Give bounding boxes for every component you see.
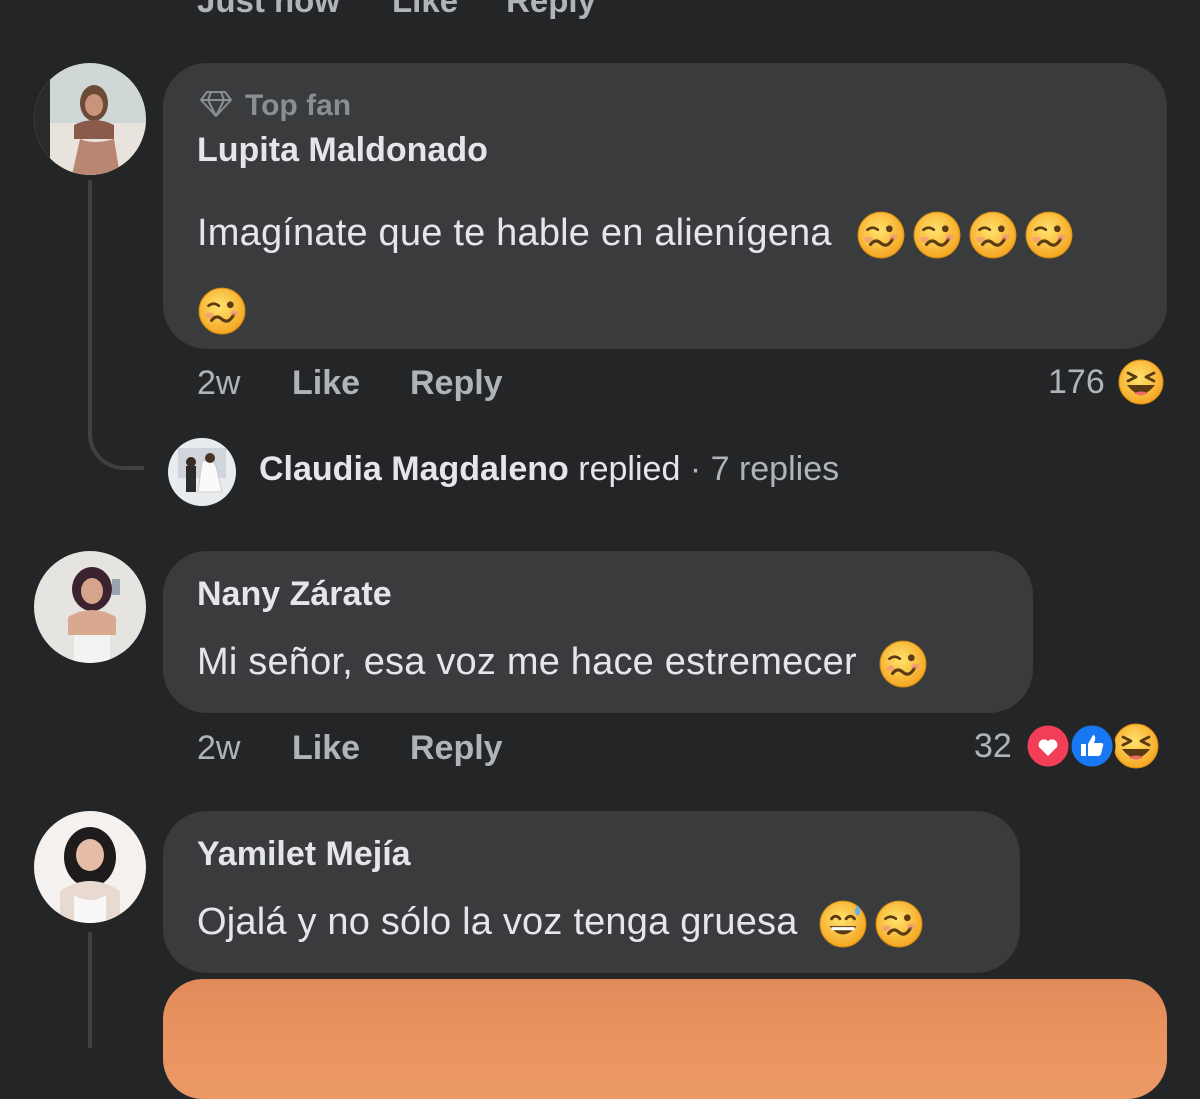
reply-avatar[interactable] xyxy=(168,438,236,506)
like-button[interactable]: Like xyxy=(292,729,360,768)
reaction-count: 32 xyxy=(974,726,1012,765)
comment-time[interactable]: 2w xyxy=(197,729,240,768)
like-button[interactable]: Like xyxy=(392,0,458,20)
reply-button[interactable]: Reply xyxy=(410,364,503,403)
haha-reaction-icon xyxy=(1117,358,1165,406)
grinning-sweat-face-icon xyxy=(818,899,868,949)
reply-summary[interactable]: Claudia Magdaleno replied · 7 replies xyxy=(259,450,839,489)
woozy-face-icon xyxy=(878,639,928,689)
thread-line xyxy=(88,180,92,430)
like-reaction-icon xyxy=(1068,722,1116,770)
thread-line xyxy=(88,932,92,1048)
comment-author[interactable]: Nany Zárate xyxy=(197,575,392,614)
comment-author[interactable]: Lupita Maldonado xyxy=(197,131,488,170)
haha-reaction-icon xyxy=(1112,722,1160,770)
like-button[interactable]: Like xyxy=(292,364,360,403)
woozy-face-icon xyxy=(856,210,906,260)
comment-text-line: Imagínate que te hable en alienígena xyxy=(197,195,1147,347)
avatar[interactable] xyxy=(34,63,146,175)
reply-count: 7 replies xyxy=(710,450,840,488)
woozy-face-icon xyxy=(197,286,247,336)
comment-text: Ojalá y no sólo la voz tenga gruesa xyxy=(197,901,798,944)
top-fan-badge: Top fan xyxy=(199,89,351,123)
love-reaction-icon xyxy=(1024,722,1072,770)
reaction-summary[interactable]: 176 xyxy=(1048,358,1165,406)
comment-time[interactable]: 2w xyxy=(197,364,240,403)
comment-bubble: Yamilet Mejía Ojalá y no sólo la voz ten… xyxy=(163,811,1020,973)
reply-author: Claudia Magdaleno xyxy=(259,450,569,488)
woozy-face-icon xyxy=(874,899,924,949)
comment-text: Mi señor, esa voz me hace estremecer xyxy=(197,641,857,684)
reply-separator: · xyxy=(689,450,702,488)
reply-verb: replied xyxy=(578,450,681,488)
comment-text-line: Mi señor, esa voz me hace estremecer xyxy=(197,639,928,689)
comment-author[interactable]: Yamilet Mejía xyxy=(197,835,411,874)
reply-button[interactable]: Reply xyxy=(506,0,596,20)
comment-bubble: Nany Zárate Mi señor, esa voz me hace es… xyxy=(163,551,1033,713)
avatar[interactable] xyxy=(34,551,146,663)
comment-bubble: Top fan Lupita Maldonado Imagínate que t… xyxy=(163,63,1167,349)
comment-attachment-image[interactable] xyxy=(163,979,1167,1099)
woozy-face-icon xyxy=(912,210,962,260)
comment-text: Imagínate que te hable en alienígena xyxy=(197,212,832,254)
comment-text-line: Ojalá y no sólo la voz tenga gruesa xyxy=(197,899,924,949)
diamond-icon xyxy=(199,90,233,123)
reaction-count: 176 xyxy=(1048,362,1105,401)
badge-label: Top fan xyxy=(245,89,352,122)
avatar[interactable] xyxy=(34,811,146,923)
woozy-face-icon xyxy=(1024,210,1074,260)
timestamp: Just now xyxy=(197,0,341,19)
thread-line-curve xyxy=(88,400,144,470)
woozy-face-icon xyxy=(968,210,1018,260)
previous-comment-actions: Just now Like Reply xyxy=(197,0,596,20)
reaction-summary[interactable]: 32 xyxy=(974,722,1160,770)
reply-button[interactable]: Reply xyxy=(410,729,503,768)
